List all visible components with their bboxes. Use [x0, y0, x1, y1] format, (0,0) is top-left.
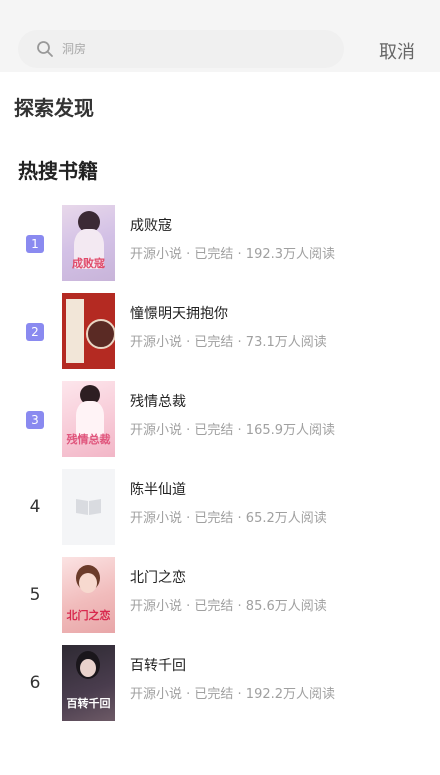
book-row[interactable]: 2 憧憬明天拥抱你 开源小说 · 已完结 · 73.1万人阅读: [0, 293, 440, 371]
search-box[interactable]: [18, 30, 344, 68]
book-title: 残情总裁: [130, 394, 186, 410]
rank-badge: 1: [26, 235, 44, 253]
book-row[interactable]: 3 残情总裁 残情总裁 开源小说 · 已完结 · 165.9万人阅读: [0, 381, 440, 459]
book-title: 北门之恋: [130, 570, 186, 586]
book-cover: 残情总裁: [62, 381, 115, 457]
section-title-discover: 探索发现: [14, 96, 94, 120]
book-title: 成败寇: [130, 218, 172, 234]
book-cover: 成败寇: [62, 205, 115, 281]
rank-number: 5: [29, 585, 41, 605]
book-row[interactable]: 5 北门之恋 北门之恋 开源小说 · 已完结 · 85.6万人阅读: [0, 557, 440, 635]
cover-title-text: 北门之恋: [66, 609, 111, 622]
rank-number: 4: [29, 497, 41, 517]
book-title: 陈半仙道: [130, 482, 186, 498]
book-cover: 北门之恋: [62, 557, 115, 633]
rank-badge: 2: [26, 323, 44, 341]
top-bar: 取消: [0, 0, 440, 72]
book-meta: 开源小说 · 已完结 · 73.1万人阅读: [130, 335, 327, 350]
book-cover-placeholder: [62, 469, 115, 545]
book-cover: [62, 293, 115, 369]
search-icon: [37, 41, 53, 57]
book-meta: 开源小说 · 已完结 · 65.2万人阅读: [130, 511, 327, 526]
book-row[interactable]: 1 成败寇 成败寇 开源小说 · 已完结 · 192.3万人阅读: [0, 205, 440, 283]
rank-number: 6: [29, 673, 41, 693]
cover-title-text: 百转千回: [66, 697, 111, 710]
book-icon: [76, 499, 101, 515]
book-meta: 开源小说 · 已完结 · 85.6万人阅读: [130, 599, 327, 614]
book-meta: 开源小说 · 已完结 · 165.9万人阅读: [130, 423, 336, 438]
book-meta: 开源小说 · 已完结 · 192.3万人阅读: [130, 247, 336, 262]
search-input[interactable]: [62, 39, 322, 59]
book-title: 憧憬明天拥抱你: [130, 306, 228, 322]
cancel-button[interactable]: 取消: [379, 38, 415, 64]
book-title: 百转千回: [130, 658, 186, 674]
book-cover: 百转千回: [62, 645, 115, 721]
rank-badge: 3: [26, 411, 44, 429]
book-row[interactable]: 6 百转千回 百转千回 开源小说 · 已完结 · 192.2万人阅读: [0, 645, 440, 723]
cover-title-text: 成败寇: [72, 257, 105, 270]
book-meta: 开源小说 · 已完结 · 192.2万人阅读: [130, 687, 336, 702]
book-row[interactable]: 4 陈半仙道 开源小说 · 已完结 · 65.2万人阅读: [0, 469, 440, 547]
section-title-hot-books: 热搜书籍: [18, 159, 98, 183]
cover-title-text: 残情总裁: [66, 433, 111, 446]
